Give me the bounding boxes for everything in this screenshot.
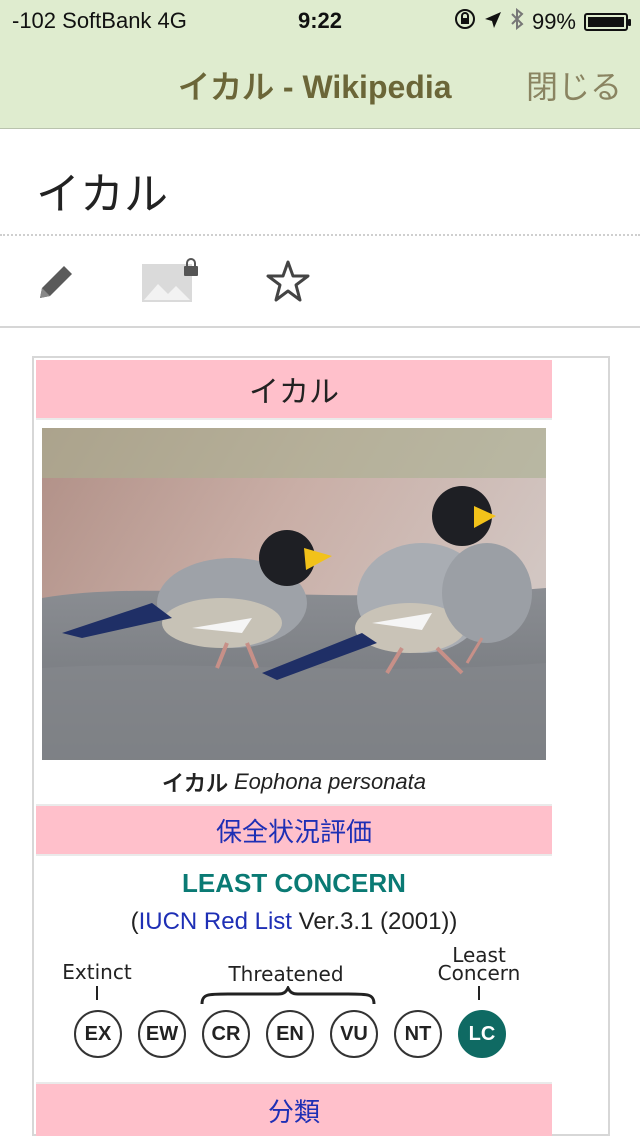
taxonomy-header[interactable]: 分類	[36, 1082, 552, 1136]
category-cr: CR	[202, 1010, 250, 1058]
pencil-icon[interactable]	[32, 258, 80, 310]
least-concern-label: Least Concern	[434, 945, 524, 985]
category-ew: EW	[138, 1010, 186, 1058]
least-concern-tick	[478, 986, 480, 1000]
battery-icon	[584, 13, 631, 31]
least-concern-line2: Concern	[437, 961, 521, 985]
iucn-paren-open: (	[130, 908, 139, 935]
iucn-link[interactable]: IUCN Red List	[139, 908, 292, 935]
nav-title: イカル - Wikipedia	[178, 69, 452, 105]
bird-photo[interactable]	[42, 428, 546, 760]
star-icon[interactable]	[264, 258, 312, 310]
bluetooth-icon	[510, 7, 524, 36]
infobox: イカル イカル Eophona personata 保全状況評価 LEAST C…	[36, 360, 552, 1136]
extinct-label: Extinct	[62, 960, 132, 984]
location-arrow-icon	[484, 9, 502, 35]
page-toolbar	[0, 236, 640, 328]
article-content: イカル イカル Eophona personata 保全状況評価 LEAST C…	[32, 356, 610, 1136]
threatened-brace	[200, 986, 376, 1005]
status-right: 99%	[454, 7, 631, 36]
category-vu: VU	[330, 1010, 378, 1058]
conservation-status-header[interactable]: 保全状況評価	[36, 804, 552, 856]
battery-percent: 99%	[531, 9, 576, 34]
category-ex: EX	[74, 1010, 122, 1058]
title-section: イカル	[0, 128, 640, 236]
status-label: LEAST CONCERN	[182, 868, 406, 898]
lock-rotation-icon	[454, 8, 476, 36]
conservation-status: LEAST CONCERN (IUCN Red List Ver.3.1 (20…	[36, 856, 552, 1082]
category-en: EN	[266, 1010, 314, 1058]
infobox-header: イカル	[36, 360, 552, 420]
close-button[interactable]: 閉じる	[526, 62, 622, 108]
category-nt: NT	[394, 1010, 442, 1058]
caption-japanese: イカル	[161, 771, 228, 796]
threatened-label: Threatened	[228, 962, 344, 986]
top-bar: -102 SoftBank 4G 9:22 99% イカル - Wikipedi…	[0, 0, 640, 129]
photo-caption: イカル Eophona personata	[36, 760, 552, 804]
extinct-tick	[96, 986, 98, 1000]
iucn-version: Ver.3.1 (2001))	[291, 908, 458, 935]
page-title: イカル	[36, 169, 168, 220]
status-bar: -102 SoftBank 4G 9:22 99%	[0, 0, 640, 40]
iucn-line: (IUCN Red List Ver.3.1 (2001))	[36, 908, 552, 936]
category-lc: LC	[458, 1010, 506, 1058]
image-lock-icon[interactable]	[140, 258, 202, 310]
caption-scientific: Eophona personata	[233, 769, 427, 794]
